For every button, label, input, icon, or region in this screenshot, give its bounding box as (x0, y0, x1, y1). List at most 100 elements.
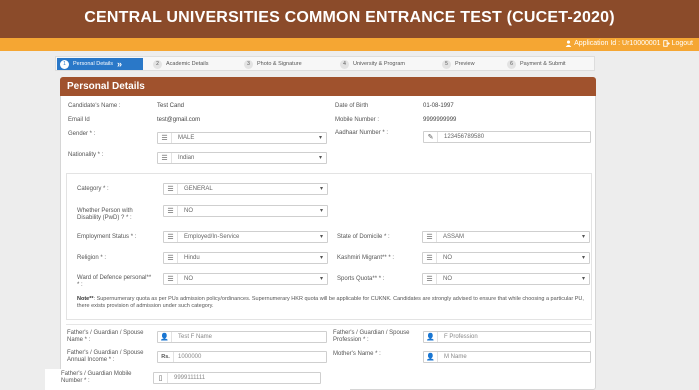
list-icon: ☰ (164, 232, 178, 242)
step-label: Academic Details (166, 61, 209, 67)
guardian-profession-value: F Profession (444, 334, 478, 340)
step-university-program[interactable]: 4 University & Program (340, 58, 405, 70)
guardian-income-value: 1000000 (178, 354, 202, 360)
step-number: 4 (340, 59, 349, 69)
category-label: Category * : (77, 186, 109, 192)
list-icon: ☰ (164, 206, 178, 216)
dob-value: 01-08-1997 (423, 103, 454, 109)
mother-name-value: M Name (444, 354, 467, 360)
guardian-name-value: Test F Name (178, 334, 213, 340)
step-academic-details[interactable]: 2 Academic Details (153, 58, 209, 70)
guardian-mobile-value: 9999111111 (174, 375, 206, 381)
divider (66, 324, 592, 325)
guardian-profession-input[interactable]: 👤 F Profession (423, 331, 591, 343)
ward-value: NO (184, 276, 193, 282)
step-label: Payment & Submit (520, 61, 566, 67)
guardian-name-input[interactable]: 👤 Test F Name (157, 331, 327, 343)
list-icon: ☰ (158, 153, 172, 163)
guardian-profession-label: Father's / Guardian / Spouse Profession … (333, 330, 410, 343)
caret-down-icon: ▾ (581, 276, 585, 282)
caret-down-icon: ▾ (318, 135, 322, 141)
step-number: 5 (442, 59, 451, 69)
application-id-label: Application Id : (574, 40, 621, 47)
user-icon: 👤 (424, 352, 438, 362)
religion-select[interactable]: ☰ Hindu ▾ (163, 252, 328, 264)
guardian-name-label: Father's / Guardian / Spouse Name * : (67, 330, 144, 343)
nationality-label: Nationality * : (68, 152, 104, 158)
ward-label: Ward of Defence personal** * : (77, 275, 152, 288)
user-icon (565, 40, 572, 47)
pwd-value: NO (184, 208, 193, 214)
logout-icon[interactable] (662, 40, 670, 47)
email-value: test@gmail.com (157, 117, 201, 123)
list-icon: ☰ (423, 253, 437, 263)
note-text: Note**: Supernumerary quota as per PUs a… (77, 296, 589, 310)
gender-value: MALE (178, 135, 195, 141)
step-number: 1 (60, 59, 69, 69)
step-number: 2 (153, 59, 162, 69)
pwd-select[interactable]: ☰ NO ▾ (163, 205, 328, 217)
chevron-right-icon: » (117, 59, 123, 69)
candidate-name-value: Test Cand (157, 103, 185, 109)
caret-down-icon: ▾ (319, 186, 323, 192)
guardian-income-input[interactable]: Rs. 1000000 (157, 351, 327, 363)
step-personal-details[interactable]: 1 Personal Details » (57, 58, 143, 70)
nationality-select[interactable]: ☰ Indian ▾ (157, 152, 327, 164)
candidate-name-label: Candidate's Name : (68, 103, 121, 109)
mother-name-input[interactable]: 👤 M Name (423, 351, 591, 363)
user-bar: Application Id : Ur10000001 Logout (0, 38, 699, 51)
email-label: Email Id (68, 117, 90, 123)
list-icon: ☰ (164, 253, 178, 263)
kashmiri-select[interactable]: ☰ NO ▾ (422, 252, 590, 264)
category-select[interactable]: ☰ GENERAL ▾ (163, 183, 328, 195)
caret-down-icon: ▾ (319, 276, 323, 282)
logout-link[interactable]: Logout (672, 40, 693, 47)
list-icon: ☰ (158, 133, 172, 143)
step-label: Preview (455, 61, 475, 67)
step-number: 6 (507, 59, 516, 69)
guardian-mobile-label: Father's / Guardian Mobile Number * : (61, 371, 132, 384)
user-icon: 👤 (424, 332, 438, 342)
step-payment-submit[interactable]: 6 Payment & Submit (507, 58, 566, 70)
application-id-value: Ur10000001 (622, 40, 661, 47)
domicile-label: State of Domicile * : (337, 234, 390, 240)
religion-value: Hindu (184, 255, 200, 261)
mobile-value: 9999999999 (423, 117, 457, 123)
step-photo-signature[interactable]: 3 Photo & Signature (244, 58, 302, 70)
user-icon: 👤 (158, 332, 172, 342)
caret-down-icon: ▾ (319, 234, 323, 240)
employment-label: Employment Status * : (77, 234, 137, 240)
note-title: Note** (77, 296, 94, 302)
gender-select[interactable]: ☰ MALE ▾ (157, 132, 327, 144)
step-number: 3 (244, 59, 253, 69)
domicile-value: ASSAM (443, 234, 465, 240)
list-icon: ☰ (423, 232, 437, 242)
category-value: GENERAL (184, 186, 213, 192)
caret-down-icon: ▾ (318, 155, 322, 161)
pwd-label: Whether Person with Disability (PwD) ? *… (77, 208, 133, 221)
guardian-mobile-input[interactable]: ▯ 9999111111 (153, 372, 321, 384)
list-icon: ☰ (423, 274, 437, 284)
caret-down-icon: ▾ (581, 234, 585, 240)
steps-bar: 1 Personal Details » 2 Academic Details … (55, 56, 595, 71)
mobile-label: Mobile Number : (335, 117, 380, 123)
gender-label: Gender * : (68, 131, 96, 137)
kashmiri-label: Kashmiri Migrant** * : (337, 255, 395, 261)
aadhaar-label: Aadhaar Number * : (335, 130, 389, 136)
aadhaar-value: 123456789580 (444, 134, 485, 140)
step-preview[interactable]: 5 Preview (442, 58, 475, 70)
guardian-income-label: Father's / Guardian / Spouse Annual Inco… (67, 350, 144, 363)
religion-label: Religion * : (77, 255, 107, 261)
step-label: Photo & Signature (257, 61, 302, 67)
employment-select[interactable]: ☰ Employed/In-Service ▾ (163, 231, 328, 243)
domicile-select[interactable]: ☰ ASSAM ▾ (422, 231, 590, 243)
list-icon: ☰ (164, 184, 178, 194)
mobile-icon: ▯ (154, 373, 168, 383)
sports-select[interactable]: ☰ NO ▾ (422, 273, 590, 285)
caret-down-icon: ▾ (319, 255, 323, 261)
aadhaar-input[interactable]: ✎ 123456789580 (423, 131, 591, 143)
rupee-prefix: Rs. (158, 352, 174, 362)
ward-select[interactable]: ☰ NO ▾ (163, 273, 328, 285)
nationality-value: Indian (178, 155, 195, 161)
list-icon: ☰ (164, 274, 178, 284)
